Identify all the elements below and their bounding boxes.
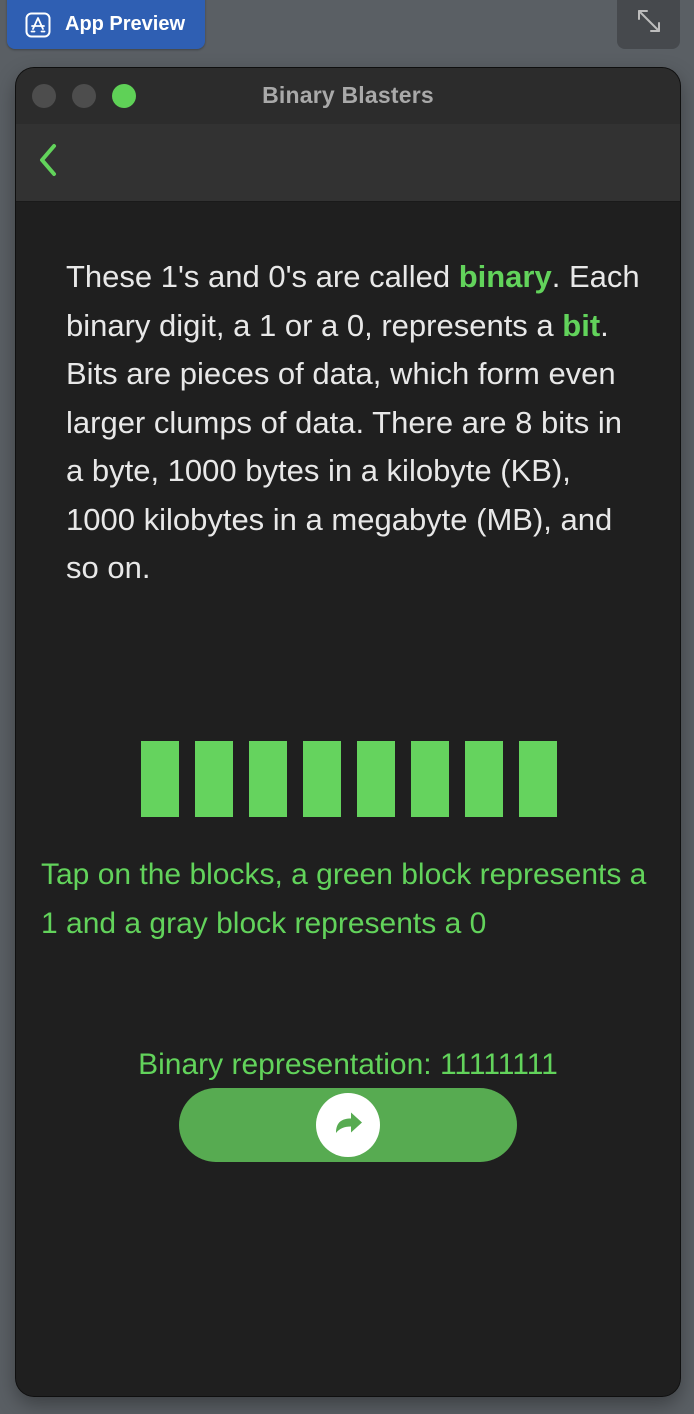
back-button[interactable] (28, 142, 68, 182)
intro-text-1: These 1's and 0's are called (66, 259, 459, 294)
intro-paragraph: These 1's and 0's are called binary. Eac… (66, 253, 641, 593)
app-store-icon (25, 12, 51, 38)
bit-block[interactable] (519, 741, 557, 817)
bit-block[interactable] (249, 741, 287, 817)
app-preview-button[interactable]: App Preview (7, 0, 205, 49)
bit-block[interactable] (141, 741, 179, 817)
bit-block[interactable] (357, 741, 395, 817)
app-window: Binary Blasters These 1's and 0's are ca… (16, 68, 680, 1396)
expand-arrows-icon (636, 8, 662, 39)
bit-block[interactable] (303, 741, 341, 817)
bit-block[interactable] (411, 741, 449, 817)
forward-arrow-icon (329, 1104, 367, 1147)
instruction-text: Tap on the blocks, a green block represe… (41, 858, 647, 940)
lesson-content: These 1's and 0's are called binary. Eac… (16, 202, 680, 1396)
bit-block[interactable] (195, 741, 233, 817)
window-title: Binary Blasters (262, 82, 434, 108)
term-binary: binary (458, 259, 552, 294)
expand-button[interactable] (617, 0, 680, 49)
navigation-bar (16, 124, 680, 202)
term-bit: bit (562, 307, 601, 343)
chevron-left-icon (37, 143, 59, 182)
bit-blocks (141, 741, 557, 817)
next-button[interactable] (179, 1088, 517, 1162)
next-button-circle (316, 1093, 380, 1157)
intro-text-3: . Bits are pieces of data, which form ev… (66, 307, 622, 586)
app-preview-label: App Preview (65, 13, 186, 35)
binary-representation: Binary representation: 11111111 (138, 1048, 558, 1081)
bit-block[interactable] (465, 741, 503, 817)
title-bar: Binary Blasters (16, 68, 680, 124)
